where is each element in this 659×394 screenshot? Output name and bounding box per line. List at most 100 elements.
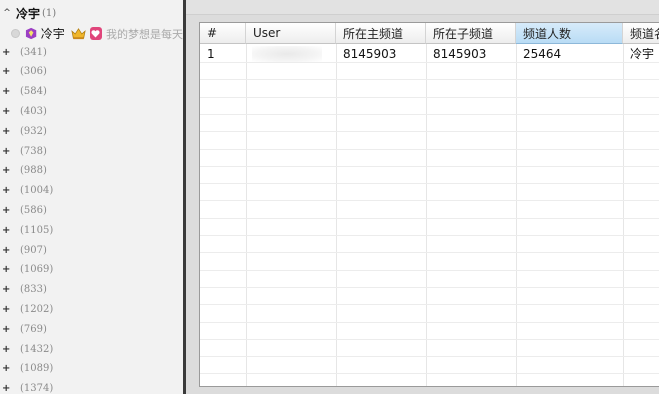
expand-icon[interactable]: +: [2, 146, 10, 156]
row-divider: [200, 356, 659, 358]
column-header-channel-name[interactable]: 频道名: [623, 23, 659, 44]
tree-channel-node[interactable]: + (932): [0, 123, 183, 139]
tree-channel-node[interactable]: + (1374): [0, 381, 183, 394]
channel-tree[interactable]: ^ 冷宇 (1) 冷宇 我的梦想是每天 + (341) + (306) + (584) + (…: [0, 0, 183, 394]
row-divider: [200, 286, 659, 288]
row-divider: [200, 321, 659, 323]
cell-main-channel: 8145903: [343, 46, 397, 61]
tree-channel-node[interactable]: + (769): [0, 321, 183, 337]
row-divider: [200, 235, 659, 236]
row-divider: [200, 148, 659, 150]
user-badge-icon: [25, 27, 36, 40]
row-divider: [200, 252, 659, 254]
column-divider: [516, 44, 517, 386]
tree-channel-node[interactable]: + (988): [0, 163, 183, 179]
channel-count: (403): [20, 105, 47, 117]
channel-count: (833): [20, 284, 47, 296]
user-motto: 我的梦想是每天: [106, 27, 183, 41]
channel-count: (1374): [20, 383, 54, 394]
channel-count: (341): [20, 46, 47, 58]
channel-count: (769): [20, 323, 47, 335]
channel-count: (738): [20, 145, 47, 157]
root-title: 冷宇: [16, 6, 41, 21]
channel-count: (584): [20, 86, 47, 98]
status-dot-icon: [11, 29, 20, 38]
row-divider: [200, 217, 659, 219]
tree-channel-node[interactable]: + (1089): [0, 361, 183, 377]
row-divider: [200, 373, 659, 375]
channel-count: (907): [20, 244, 47, 256]
cell-user: [246, 45, 336, 62]
tree-channel-node[interactable]: + (1069): [0, 262, 183, 278]
expand-icon[interactable]: +: [2, 166, 10, 176]
expand-icon[interactable]: +: [2, 186, 10, 196]
expand-icon[interactable]: +: [2, 245, 10, 255]
column-header-main-channel[interactable]: 所在主频道: [336, 23, 426, 44]
row-divider: [200, 304, 659, 306]
row-divider: [200, 200, 659, 202]
column-divider: [336, 44, 337, 386]
column-divider: [246, 44, 247, 386]
cell-channel-name: 冷宇: [630, 47, 655, 61]
channel-count: (988): [20, 165, 47, 177]
row-divider: [200, 131, 659, 133]
tree-channel-node[interactable]: + (1105): [0, 222, 183, 238]
channel-count: (1089): [20, 363, 54, 375]
expand-icon[interactable]: +: [2, 384, 10, 394]
tree-channel-node[interactable]: + (341): [0, 44, 183, 60]
channel-count: (306): [20, 66, 47, 78]
expand-icon[interactable]: +: [2, 225, 10, 235]
user-list-item[interactable]: 冷宇 我的梦想是每天: [0, 25, 183, 42]
expand-icon[interactable]: +: [2, 205, 10, 215]
expand-icon[interactable]: +: [2, 265, 10, 275]
channel-count: (1069): [20, 264, 54, 276]
tree-channel-node[interactable]: + (738): [0, 143, 183, 159]
tree-channel-node[interactable]: + (1432): [0, 341, 183, 357]
row-divider: [200, 62, 659, 63]
tree-channel-node[interactable]: + (584): [0, 84, 183, 100]
cell-channel-users: 25464: [523, 46, 562, 61]
column-header-index[interactable]: #: [200, 23, 246, 44]
expand-icon[interactable]: +: [2, 344, 10, 354]
tree-channel-node[interactable]: + (586): [0, 202, 183, 218]
tree-channel-node[interactable]: + (403): [0, 103, 183, 119]
expand-icon[interactable]: +: [2, 364, 10, 374]
expand-icon[interactable]: +: [2, 324, 10, 334]
expand-icon[interactable]: +: [2, 47, 10, 57]
expand-icon[interactable]: +: [2, 106, 10, 116]
channel-count: (1004): [20, 185, 54, 197]
column-header-channel-users[interactable]: 频道人数: [516, 23, 623, 44]
expand-icon[interactable]: +: [2, 304, 10, 314]
column-header-sub-channel[interactable]: 所在子频道: [426, 23, 516, 44]
collapse-icon[interactable]: ^: [1, 8, 13, 18]
tree-channel-node[interactable]: + (833): [0, 282, 183, 298]
tree-channel-node[interactable]: + (1202): [0, 301, 183, 317]
expand-icon[interactable]: +: [2, 285, 10, 295]
row-divider: [200, 165, 659, 167]
user-name: 冷宇: [40, 27, 65, 41]
row-divider: [200, 338, 659, 340]
row-divider: [200, 96, 659, 98]
tree-channel-node[interactable]: + (306): [0, 64, 183, 80]
tree-channel-node[interactable]: + (907): [0, 242, 183, 258]
expand-icon[interactable]: +: [2, 126, 10, 136]
cell-index: 1: [207, 46, 215, 61]
cell-sub-channel: 8145903: [433, 46, 487, 61]
row-divider: [200, 79, 659, 81]
main-panel: # User 所在主频道 所在子频道 频道人数 频道名 1 8145903 81…: [186, 0, 659, 394]
expand-icon[interactable]: +: [2, 87, 10, 97]
top-strip: [186, 0, 659, 15]
tree-root-node[interactable]: ^ 冷宇 (1): [0, 5, 183, 21]
row-divider: [200, 113, 659, 115]
channel-count: (1105): [20, 224, 54, 236]
expand-icon[interactable]: +: [2, 67, 10, 77]
channel-count: (1202): [20, 303, 54, 315]
heart-badge-icon: [89, 27, 102, 40]
row-divider: [200, 183, 659, 185]
column-divider: [426, 44, 427, 386]
tree-channel-node[interactable]: + (1004): [0, 183, 183, 199]
user-table[interactable]: # User 所在主频道 所在子频道 频道人数 频道名 1 8145903 81…: [199, 22, 659, 387]
column-header-user[interactable]: User: [246, 23, 336, 44]
channel-count: (586): [20, 204, 47, 216]
root-count: (1): [42, 7, 57, 19]
